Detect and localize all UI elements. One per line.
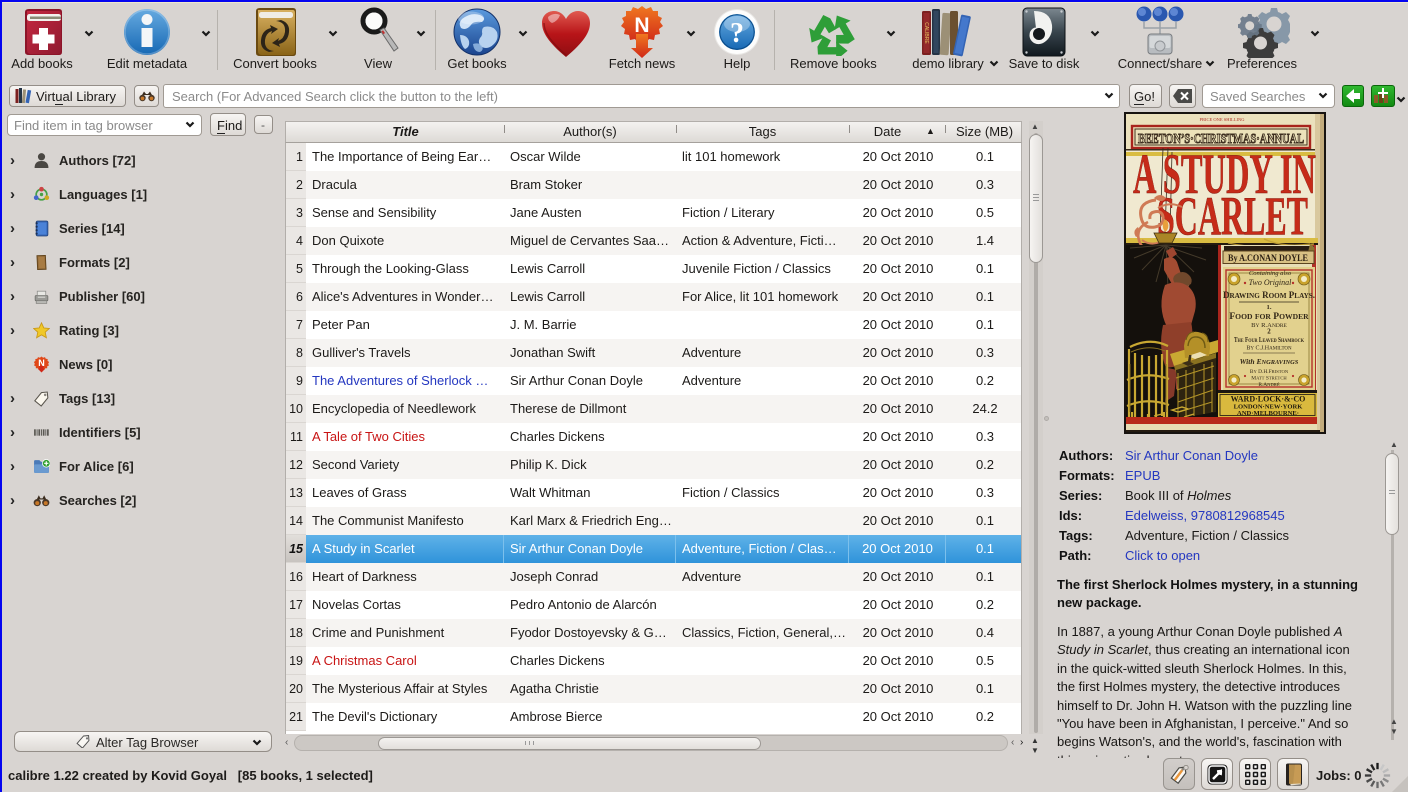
svg-text:WARD·LOCK·&·CO: WARD·LOCK·&·CO (1231, 395, 1306, 404)
svg-text:1.: 1. (1267, 304, 1272, 311)
svg-text:CALIBRE: CALIBRE (923, 22, 929, 44)
svg-text:SCARLET: SCARLET (1157, 187, 1308, 247)
svg-text:Two Original: Two Original (1249, 278, 1293, 287)
svg-text:With ENGRAVINGS: With ENGRAVINGS (1240, 357, 1299, 366)
svg-text:PRICE ONE SHILLING: PRICE ONE SHILLING (1200, 117, 1246, 122)
svg-text:DRAWING ROOM PLAYS.: DRAWING ROOM PLAYS. (1223, 290, 1315, 300)
svg-text:BY C.J.HAMILTON: BY C.J.HAMILTON (1246, 346, 1292, 352)
svg-text:Containing also: Containing also (1249, 270, 1292, 277)
svg-text:?: ? (730, 18, 744, 49)
svg-text:N: N (38, 358, 45, 368)
svg-text:By A.CONAN DOYLE: By A.CONAN DOYLE (1228, 253, 1308, 263)
svg-text:2: 2 (1267, 328, 1271, 336)
svg-text:AND·MELBOURNE·: AND·MELBOURNE· (1237, 410, 1299, 417)
svg-text:THE FOUR LEAVED SHAMROCK: THE FOUR LEAVED SHAMROCK (1234, 336, 1304, 344)
svg-text:FOOD FOR POWDER: FOOD FOR POWDER (1229, 312, 1309, 322)
svg-text:N: N (634, 14, 649, 37)
